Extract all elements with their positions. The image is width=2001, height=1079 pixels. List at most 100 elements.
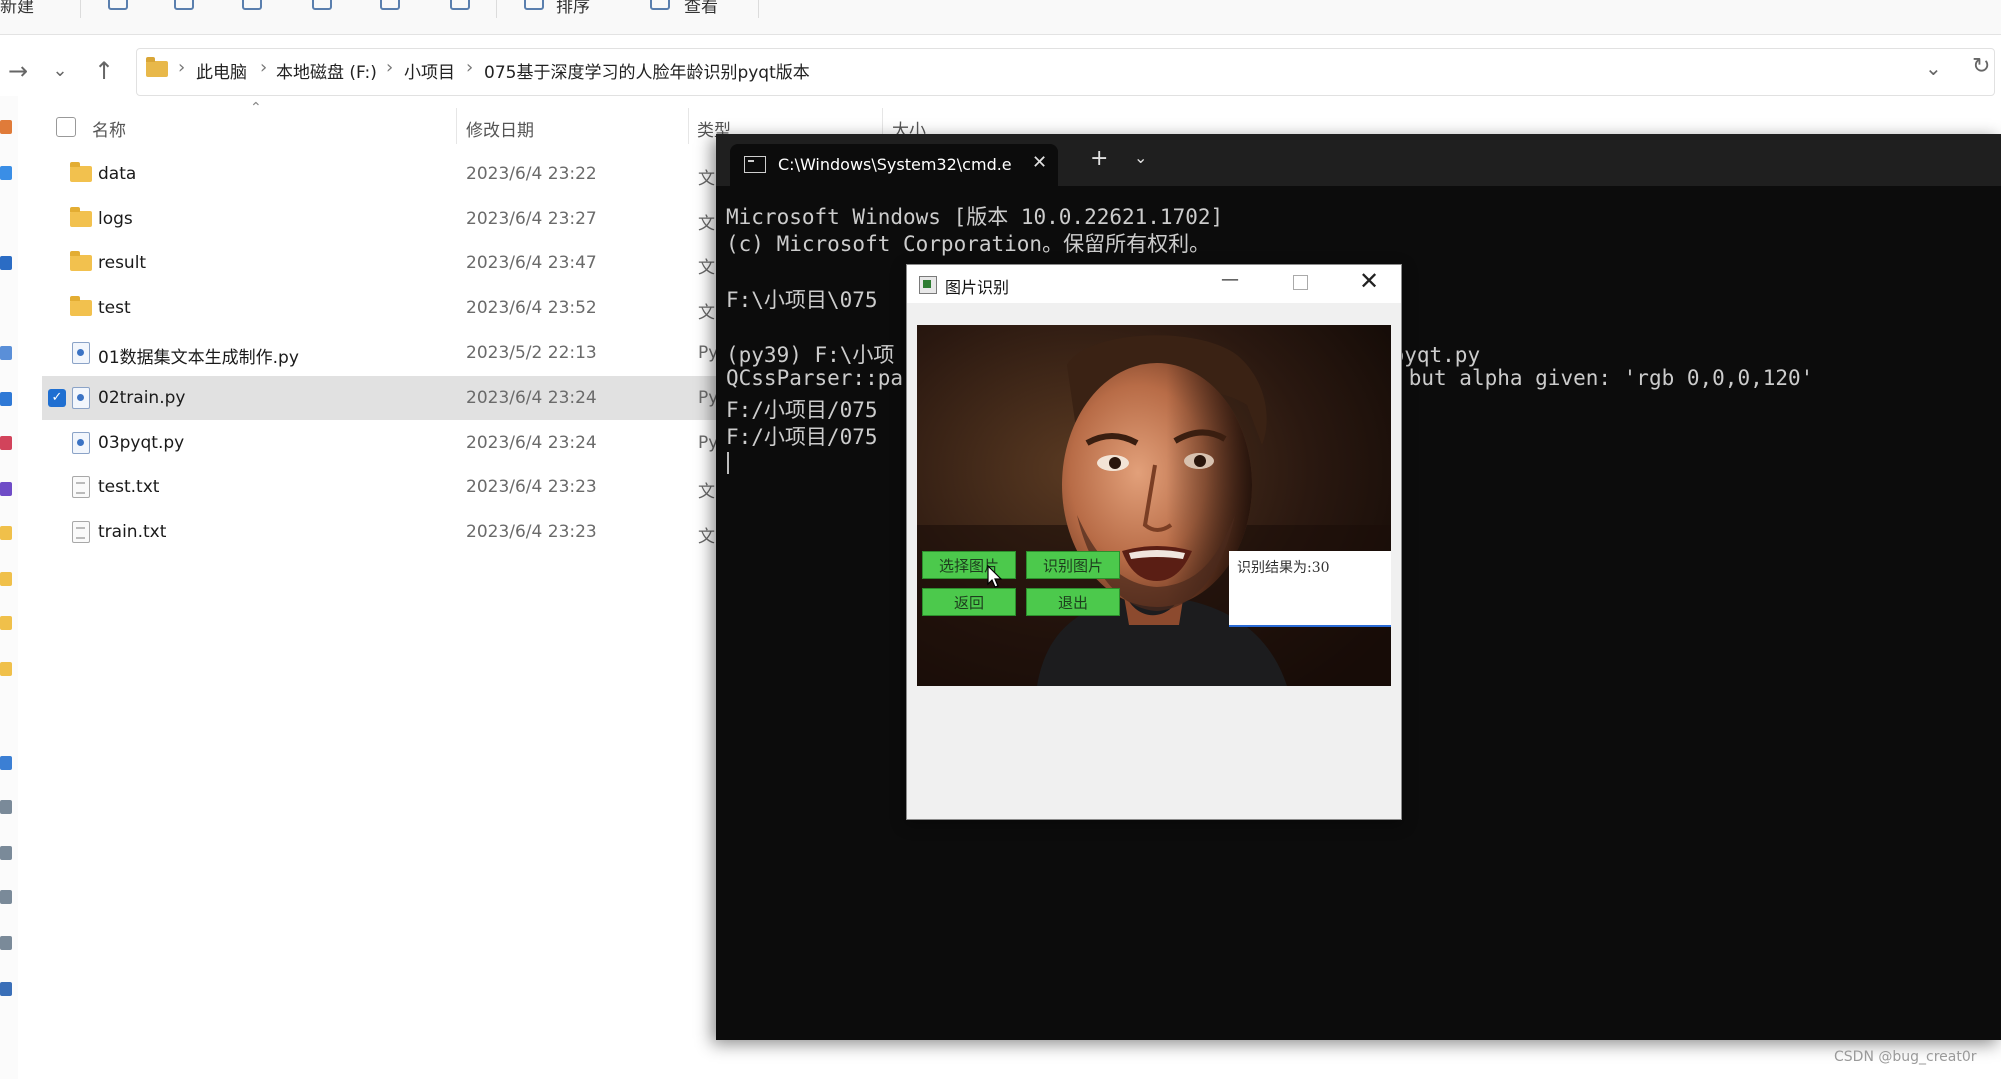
file-type: 文 <box>698 258 715 278</box>
arrow-up-icon: ↑ <box>93 57 115 85</box>
drive-icon[interactable] <box>0 936 12 950</box>
file-date: 2023/6/4 23:22 <box>466 164 597 184</box>
terminal-tab[interactable]: C:\Windows\System32\cmd.e ✕ <box>730 144 1058 186</box>
face-photo <box>917 325 1391 686</box>
new-tab-icon[interactable]: + <box>1090 146 1108 171</box>
toolbar-divider <box>80 0 81 18</box>
music-icon[interactable] <box>0 436 12 450</box>
copy-icon[interactable] <box>172 0 194 10</box>
refresh-icon[interactable]: ↻ <box>1972 54 1990 79</box>
breadcrumb-current-folder[interactable]: 075基于深度学习的人脸年龄识别pyqt版本 <box>484 58 810 83</box>
file-type: 文 <box>698 303 715 323</box>
column-header-date[interactable]: 修改日期 <box>466 116 534 141</box>
forward-button[interactable]: → <box>4 54 32 88</box>
sort-icon[interactable] <box>522 0 544 10</box>
breadcrumb-projects[interactable]: 小项目 <box>404 58 455 83</box>
file-name: data <box>98 164 137 184</box>
chevron-right-icon: › <box>386 57 394 78</box>
close-tab-icon[interactable]: ✕ <box>1032 152 1047 173</box>
folder-icon <box>70 296 92 316</box>
view-button[interactable]: 查看 <box>684 0 718 17</box>
file-row-test-txt[interactable]: test.txt 2023/6/4 23:23 文 <box>42 465 722 509</box>
folder-icon[interactable] <box>0 616 12 630</box>
file-row-logs[interactable]: logs 2023/6/4 23:27 文 <box>42 197 722 241</box>
drive-icon[interactable] <box>0 890 12 904</box>
app-icon <box>919 276 937 294</box>
file-row-dataset-script[interactable]: 01数据集文本生成制作.py 2023/5/2 22:13 Py <box>42 331 722 375</box>
text-file-icon <box>72 521 90 543</box>
face-image-preview <box>917 325 1391 686</box>
file-row-test[interactable]: test 2023/6/4 23:52 文 <box>42 286 722 330</box>
file-type: 文 <box>698 214 715 234</box>
folder-icon[interactable] <box>0 662 12 676</box>
file-name: result <box>98 253 147 273</box>
dialog-title: 图片识别 <box>945 278 1010 297</box>
maximize-icon[interactable] <box>1293 275 1308 290</box>
address-history-chevron-icon[interactable]: ⌄ <box>1925 56 1942 80</box>
folder-icon <box>146 57 168 77</box>
paste-icon[interactable] <box>240 0 262 10</box>
exit-button[interactable]: 退出 <box>1026 588 1120 616</box>
recognize-image-button[interactable]: 识别图片 <box>1026 551 1120 579</box>
up-button[interactable]: ↑ <box>90 54 118 88</box>
terminal-tab-title: C:\Windows\System32\cmd.e <box>778 155 1012 174</box>
desktop-icon[interactable] <box>0 256 12 270</box>
file-date: 2023/6/4 23:23 <box>466 477 597 497</box>
sort-button[interactable]: 排序 <box>556 0 590 17</box>
chevron-right-icon: › <box>466 57 474 78</box>
breadcrumb-local-disk[interactable]: 本地磁盘 (F:) <box>276 58 377 83</box>
breadcrumb-this-pc[interactable]: 此电脑 <box>196 58 247 83</box>
close-icon[interactable]: ✕ <box>1359 267 1379 295</box>
folder-icon[interactable] <box>0 526 12 540</box>
rename-icon[interactable] <box>310 0 332 10</box>
column-divider[interactable] <box>688 108 689 144</box>
videos-icon[interactable] <box>0 482 12 496</box>
chevron-down-icon[interactable]: ⌄ <box>1134 148 1147 167</box>
chevron-down-icon: ⌄ <box>52 60 68 81</box>
home-icon[interactable] <box>0 120 12 134</box>
drive-icon[interactable] <box>0 800 12 814</box>
image-recognition-dialog[interactable]: 图片识别 — ✕ 选择图片 识别图片 返回 退出 识别结果为:30 <box>906 264 1402 820</box>
file-row-result[interactable]: result 2023/6/4 23:47 文 <box>42 241 722 285</box>
console-line: (c) Microsoft Corporation。保留所有权利。 <box>726 232 1211 256</box>
minimize-icon[interactable]: — <box>1221 269 1239 290</box>
mouse-cursor-icon <box>987 565 1003 588</box>
file-row-pyqt-script[interactable]: 03pyqt.py 2023/6/4 23:24 Py <box>42 421 722 465</box>
terminal-tab-bar: C:\Windows\System32\cmd.e ✕ + ⌄ <box>716 134 2001 186</box>
row-checkbox-checked[interactable]: ✓ <box>48 389 66 407</box>
network-icon[interactable] <box>0 982 12 996</box>
file-row-train-script[interactable]: ✓ 02train.py 2023/6/4 23:24 Py <box>42 376 722 420</box>
file-type: 文 <box>698 482 715 502</box>
console-cursor <box>727 452 729 474</box>
cut-icon[interactable] <box>106 0 128 10</box>
this-pc-icon[interactable] <box>0 756 12 770</box>
file-name: train.txt <box>98 522 167 542</box>
column-header-name[interactable]: 名称 <box>92 116 126 141</box>
documents-icon[interactable] <box>0 346 12 360</box>
recent-locations-button[interactable]: ⌄ <box>46 54 74 88</box>
file-date: 2023/5/2 22:13 <box>466 343 597 363</box>
file-name: logs <box>98 209 133 229</box>
delete-icon[interactable] <box>448 0 470 10</box>
new-button[interactable]: 新建 <box>0 0 34 17</box>
gallery-icon[interactable] <box>0 166 12 180</box>
dialog-title-bar[interactable]: 图片识别 — ✕ <box>907 265 1401 303</box>
back-button[interactable]: 返回 <box>922 588 1016 616</box>
explorer-toolbar: 新建 排序 查看 <box>0 0 2001 35</box>
file-name: 03pyqt.py <box>98 433 185 453</box>
downloads-icon[interactable] <box>0 392 12 406</box>
file-date: 2023/6/4 23:52 <box>466 298 597 318</box>
share-icon[interactable] <box>378 0 400 10</box>
column-divider[interactable] <box>456 108 457 144</box>
file-row-data[interactable]: data 2023/6/4 23:22 文 <box>42 152 722 196</box>
text-file-icon <box>72 476 90 498</box>
view-icon[interactable] <box>648 0 670 10</box>
drive-icon[interactable] <box>0 846 12 860</box>
sort-caret-icon: ⌃ <box>250 100 262 116</box>
folder-icon <box>70 207 92 227</box>
select-all-checkbox[interactable] <box>56 117 76 137</box>
result-textbox[interactable]: 识别结果为:30 <box>1229 551 1391 627</box>
file-date: 2023/6/4 23:47 <box>466 253 597 273</box>
file-row-train-txt[interactable]: train.txt 2023/6/4 23:23 文 <box>42 510 722 554</box>
folder-icon[interactable] <box>0 572 12 586</box>
